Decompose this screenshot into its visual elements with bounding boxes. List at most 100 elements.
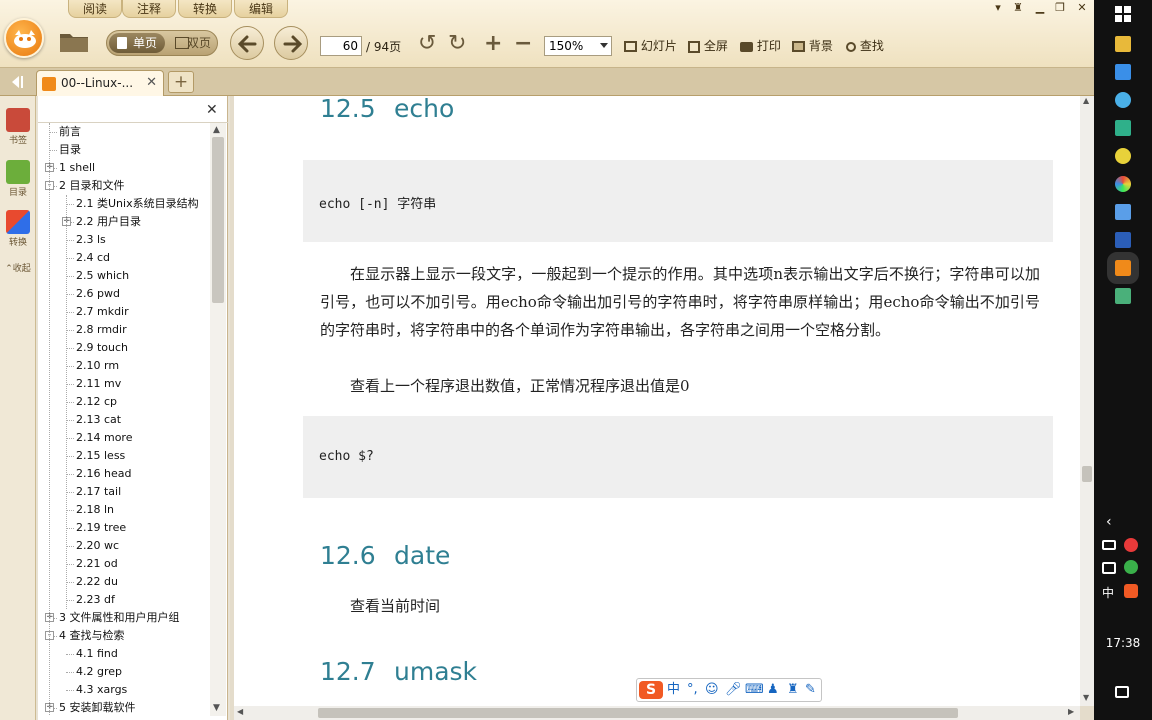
scroll-up-icon[interactable]: ▲ (1083, 96, 1089, 105)
outline-item[interactable]: 2.13 cat (76, 411, 121, 429)
outline-item[interactable]: 2.21 od (76, 555, 118, 573)
ime-punct-toggle[interactable]: °, (687, 682, 698, 698)
outline-item[interactable]: 前言 (59, 123, 81, 141)
menu-tab-annotate[interactable]: 注释 (122, 0, 177, 18)
outline-item[interactable]: 1 shell (59, 159, 95, 177)
single-page-button[interactable]: 单页 (109, 33, 165, 53)
outline-item[interactable]: 2.8 rmdir (76, 321, 127, 339)
tab-document[interactable]: 00--Linux-... ✕ (36, 70, 164, 96)
ime-mode-toggle[interactable]: 中 (667, 682, 680, 698)
scroll-left-icon[interactable]: ◀ (237, 707, 243, 716)
battery-icon[interactable] (1102, 540, 1116, 550)
browser-icon[interactable] (1115, 92, 1131, 108)
scroll-right-icon[interactable]: ▶ (1068, 707, 1074, 716)
collapse-sidebar-button[interactable] (6, 73, 26, 91)
sogou-tray-icon[interactable] (1124, 584, 1138, 598)
next-page-button[interactable] (274, 26, 308, 60)
horizontal-scroll-thumb[interactable] (318, 708, 958, 718)
taskbar-app-icon[interactable] (1115, 204, 1131, 220)
menu-tab-convert[interactable]: 转换 (178, 0, 233, 18)
menu-tab-read[interactable]: 阅读 (68, 0, 123, 18)
outline-item[interactable]: 4.1 find (76, 645, 118, 663)
vertical-scrollbar[interactable]: ▲ ▼ (1080, 96, 1094, 706)
scroll-up-icon[interactable]: ▲ (213, 125, 220, 135)
outline-item[interactable]: 2.16 head (76, 465, 131, 483)
taskbar-app-icon[interactable] (1115, 64, 1131, 80)
scroll-down-icon[interactable]: ▼ (1083, 693, 1089, 702)
outline-scrollbar[interactable]: ▲ ▼ (210, 123, 226, 716)
user-icon[interactable]: ♟ (767, 682, 779, 698)
taskbar-app-icon[interactable] (1115, 148, 1131, 164)
outline-item[interactable]: 4.3 xargs (76, 681, 127, 699)
outline-item[interactable]: 目录 (59, 141, 81, 159)
close-icon[interactable]: ✕ (1074, 1, 1090, 15)
horizontal-scrollbar[interactable]: ◀ ▶ (234, 706, 1080, 720)
open-folder-button[interactable] (58, 28, 90, 54)
outline-scroll-thumb[interactable] (212, 137, 224, 303)
sidebar-item-convert[interactable]: 转换 (2, 210, 34, 248)
outline-item[interactable]: 2.10 rm (76, 357, 119, 375)
prev-page-button[interactable] (230, 26, 264, 60)
close-tab-icon[interactable]: ✕ (146, 75, 157, 90)
tray-update-icon[interactable] (1124, 560, 1138, 574)
photos-icon[interactable] (1115, 288, 1131, 304)
outline-item[interactable]: 2 目录和文件 (59, 177, 125, 195)
scroll-down-icon[interactable]: ▼ (213, 703, 220, 713)
outline-item[interactable]: 2.17 tail (76, 483, 121, 501)
outline-item[interactable]: 2.4 cd (76, 249, 110, 267)
new-tab-button[interactable]: + (168, 71, 194, 93)
outline-item[interactable]: 2.23 df (76, 591, 115, 609)
outline-item[interactable]: 2.20 wc (76, 537, 119, 555)
outline-item[interactable]: 2.7 mkdir (76, 303, 129, 321)
skin-icon[interactable]: ♜ (1010, 1, 1026, 15)
outline-item[interactable]: 2.15 less (76, 447, 125, 465)
outline-item[interactable]: 2.3 ls (76, 231, 106, 249)
page-number-input[interactable]: 60 (320, 36, 362, 56)
emoji-icon[interactable]: ☺ (705, 682, 719, 698)
outline-item[interactable]: 2.9 touch (76, 339, 128, 357)
outline-item[interactable]: 2.19 tree (76, 519, 126, 537)
skin-icon[interactable]: ♜ (787, 682, 799, 698)
outline-item[interactable]: 3 文件属性和用户用户组 (59, 609, 180, 627)
zoom-in-icon[interactable]: + (484, 33, 502, 55)
rotate-left-icon[interactable]: ↺ (418, 33, 436, 55)
microphone-icon[interactable]: 🎤︎ (725, 682, 742, 698)
file-explorer-icon[interactable] (1115, 36, 1131, 52)
dropdown-menu-icon[interactable]: ▾ (990, 1, 1006, 15)
outline-item[interactable]: 4 查找与检索 (59, 627, 125, 645)
vertical-scroll-thumb[interactable] (1082, 466, 1092, 482)
notification-icon[interactable] (1115, 686, 1129, 698)
outline-item[interactable]: 2.6 pwd (76, 285, 120, 303)
outline-item[interactable]: 2.2 用户目录 (76, 213, 141, 231)
windows-start-icon[interactable] (1115, 6, 1131, 22)
rotate-right-icon[interactable]: ↻ (448, 33, 466, 55)
input-language-indicator[interactable]: 中 (1102, 584, 1114, 601)
sidebar-collapse-button[interactable]: ⌃收起 (2, 260, 34, 274)
double-page-button[interactable]: 双页 (169, 33, 217, 53)
outline-item[interactable]: 2.11 mv (76, 375, 121, 393)
sidebar-item-outline[interactable]: 目录 (2, 160, 34, 198)
network-icon[interactable] (1102, 562, 1116, 574)
outline-item[interactable]: 2.12 cp (76, 393, 117, 411)
outline-item[interactable]: 2.14 more (76, 429, 132, 447)
print-button[interactable]: 打印 (740, 38, 781, 54)
app-logo-icon[interactable] (4, 18, 44, 58)
taskbar-app-icon[interactable] (1115, 120, 1131, 136)
word-icon[interactable] (1115, 232, 1131, 248)
restore-icon[interactable]: ❐ (1052, 1, 1068, 15)
chevron-left-icon[interactable]: ‹ (1106, 514, 1112, 530)
outline-item[interactable]: 2.5 which (76, 267, 129, 285)
background-button[interactable]: 背景 (792, 38, 833, 54)
outline-item[interactable]: 2.22 du (76, 573, 118, 591)
chrome-icon[interactable] (1115, 176, 1131, 192)
search-button[interactable]: 查找 (846, 38, 884, 54)
fullscreen-button[interactable]: 全屏 (688, 38, 728, 54)
keyboard-icon[interactable]: ⌨ (745, 682, 764, 698)
pdf-reader-taskbar-icon[interactable] (1107, 252, 1139, 284)
outline-item[interactable]: 2.18 ln (76, 501, 114, 519)
sogou-logo-icon[interactable]: S (639, 681, 663, 699)
slideshow-button[interactable]: 幻灯片 (624, 38, 677, 54)
menu-tab-edit[interactable]: 编辑 (234, 0, 289, 18)
tray-app-icon[interactable] (1124, 538, 1138, 552)
sidebar-item-bookmark[interactable]: 书签 (2, 108, 34, 146)
